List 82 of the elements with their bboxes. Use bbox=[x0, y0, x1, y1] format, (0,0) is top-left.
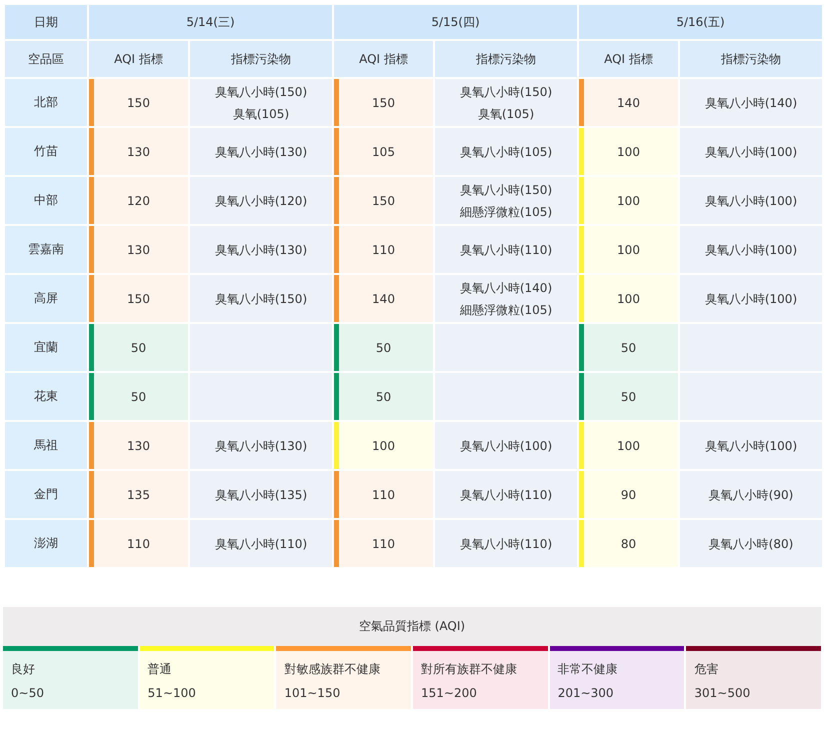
legend-item: 對所有族群不健康 151~200 bbox=[413, 646, 548, 709]
aqi-cell: 110 bbox=[333, 519, 434, 568]
pollutant-cell: 臭氧八小時(110) bbox=[434, 519, 578, 568]
region-cell: 澎湖 bbox=[4, 519, 88, 568]
aqi-cell: 150 bbox=[333, 176, 434, 225]
aqi-cell: 110 bbox=[333, 225, 434, 274]
date-header: 5/16(五) bbox=[578, 4, 823, 40]
legend-item: 良好 0~50 bbox=[3, 646, 138, 709]
pollutant-cell: 臭氧八小時(100) bbox=[679, 274, 823, 323]
pollutant-cell: 臭氧八小時(100) bbox=[679, 421, 823, 470]
pollutant-cell: 臭氧八小時(100) bbox=[434, 421, 578, 470]
aqi-cell: 140 bbox=[578, 78, 679, 127]
pollutant-cell: 臭氧八小時(130) bbox=[189, 225, 333, 274]
header-cell: AQI 指標 bbox=[578, 40, 679, 78]
aqi-cell: 90 bbox=[578, 470, 679, 519]
aqi-cell: 100 bbox=[578, 127, 679, 176]
region-cell: 金門 bbox=[4, 470, 88, 519]
aqi-cell: 50 bbox=[88, 323, 189, 372]
region-cell: 雲嘉南 bbox=[4, 225, 88, 274]
pollutant-cell: 臭氧八小時(130) bbox=[189, 127, 333, 176]
pollutant-cell: 臭氧八小時(110) bbox=[434, 225, 578, 274]
aqi-cell: 110 bbox=[333, 470, 434, 519]
pollutant-cell: 臭氧八小時(150) 細懸浮微粒(105) bbox=[434, 176, 578, 225]
aqi-cell: 100 bbox=[578, 274, 679, 323]
aqi-cell: 105 bbox=[333, 127, 434, 176]
pollutant-cell: 臭氧八小時(100) bbox=[679, 127, 823, 176]
aqi-cell: 150 bbox=[333, 78, 434, 127]
pollutant-cell: 臭氧八小時(135) bbox=[189, 470, 333, 519]
header-cell: AQI 指標 bbox=[88, 40, 189, 78]
aqi-cell: 50 bbox=[578, 323, 679, 372]
region-cell: 中部 bbox=[4, 176, 88, 225]
region-cell: 高屏 bbox=[4, 274, 88, 323]
aqi-cell: 135 bbox=[88, 470, 189, 519]
region-cell: 竹苗 bbox=[4, 127, 88, 176]
region-cell: 花東 bbox=[4, 372, 88, 421]
pollutant-cell: 臭氧八小時(80) bbox=[679, 519, 823, 568]
header-cell: 日期 bbox=[4, 4, 88, 40]
region-cell: 宜蘭 bbox=[4, 323, 88, 372]
aqi-cell: 100 bbox=[578, 421, 679, 470]
aqi-cell: 50 bbox=[333, 323, 434, 372]
pollutant-cell: 臭氧八小時(110) bbox=[189, 519, 333, 568]
date-header: 5/15(四) bbox=[333, 4, 578, 40]
header-cell: 指標污染物 bbox=[434, 40, 578, 78]
aqi-cell: 100 bbox=[333, 421, 434, 470]
pollutant-cell: 臭氧八小時(140) bbox=[679, 78, 823, 127]
pollutant-cell: 臭氧八小時(100) bbox=[679, 225, 823, 274]
aqi-cell: 100 bbox=[578, 176, 679, 225]
header-cell: 空品區 bbox=[4, 40, 88, 78]
legend-item: 非常不健康 201~300 bbox=[550, 646, 684, 709]
header-cell: 指標污染物 bbox=[679, 40, 823, 78]
aqi-cell: 110 bbox=[88, 519, 189, 568]
aqi-cell: 150 bbox=[88, 274, 189, 323]
aqi-cell: 120 bbox=[88, 176, 189, 225]
pollutant-cell: 臭氧八小時(150) 臭氧(105) bbox=[189, 78, 333, 127]
aqi-cell: 130 bbox=[88, 421, 189, 470]
pollutant-cell: 臭氧八小時(90) bbox=[679, 470, 823, 519]
legend-item: 對敏感族群不健康 101~150 bbox=[276, 646, 412, 709]
aqi-cell: 130 bbox=[88, 225, 189, 274]
region-cell: 馬祖 bbox=[4, 421, 88, 470]
pollutant-cell: 臭氧八小時(100) bbox=[679, 176, 823, 225]
aqi-cell: 50 bbox=[578, 372, 679, 421]
date-header: 5/14(三) bbox=[88, 4, 333, 40]
aqi-cell: 80 bbox=[578, 519, 679, 568]
pollutant-cell: 臭氧八小時(150) 臭氧(105) bbox=[434, 78, 578, 127]
legend-title: 空氣品質指標 (AQI) bbox=[3, 607, 821, 646]
header-cell: 指標污染物 bbox=[189, 40, 333, 78]
pollutant-cell: 臭氧八小時(130) bbox=[189, 421, 333, 470]
pollutant-cell: 臭氧八小時(105) bbox=[434, 127, 578, 176]
pollutant-cell: 臭氧八小時(150) bbox=[189, 274, 333, 323]
pollutant-cell: 臭氧八小時(120) bbox=[189, 176, 333, 225]
pollutant-cell: 臭氧八小時(110) bbox=[434, 470, 578, 519]
pollutant-cell: 臭氧八小時(140) 細懸浮微粒(105) bbox=[434, 274, 578, 323]
aqi-cell: 150 bbox=[88, 78, 189, 127]
aqi-cell: 50 bbox=[333, 372, 434, 421]
legend-item: 危害 301~500 bbox=[686, 646, 822, 709]
aqi-cell: 50 bbox=[88, 372, 189, 421]
aqi-cell: 140 bbox=[333, 274, 434, 323]
aqi-cell: 100 bbox=[578, 225, 679, 274]
region-cell: 北部 bbox=[4, 78, 88, 127]
header-cell: AQI 指標 bbox=[333, 40, 434, 78]
legend-item: 普通 51~100 bbox=[140, 646, 274, 709]
aqi-cell: 130 bbox=[88, 127, 189, 176]
